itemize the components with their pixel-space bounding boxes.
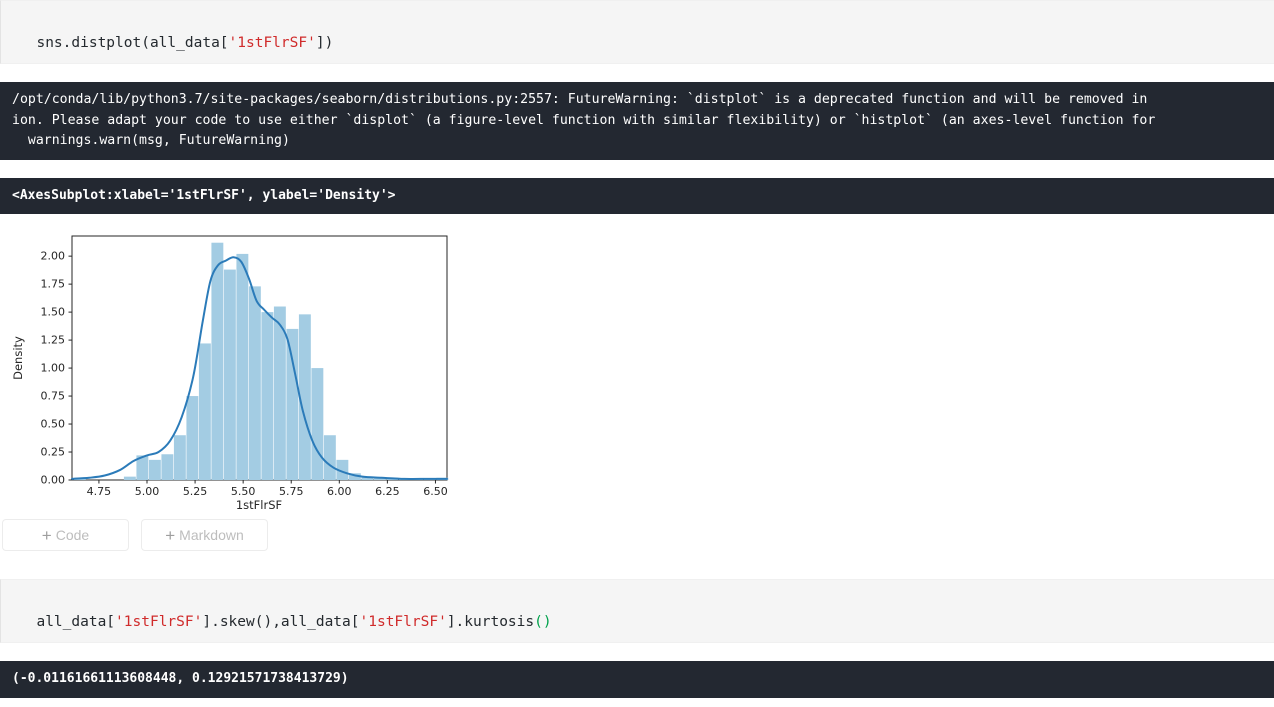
histogram-bar [123,476,136,480]
x-tick-label: 4.75 [87,485,112,498]
histogram-bar [261,312,274,480]
y-tick-label: 0.50 [41,418,66,431]
histogram-bar [148,459,161,480]
skew-kurtosis-result: (-0.01161661113608448, 0.129215717384137… [0,661,1274,698]
plus-icon: + [165,525,176,545]
add-markdown-button[interactable]: + Markdown [141,519,268,551]
y-axis-ticks: 0.00 0.25 0.50 0.75 1.00 1.25 1.50 1.75 2.00 [41,250,72,487]
skew-token-plain-2: ].skew(),all_data[ [202,614,360,630]
y-tick-label: 0.25 [41,446,66,459]
warning-line-3: warnings.warn(msg, FutureWarning) [12,133,290,148]
y-tick-label: 1.75 [41,278,66,291]
code-token-string-1: '1stFlrSF' [228,35,316,51]
code-token-plain-1: sns.distplot(all_data[ [36,35,229,51]
y-tick-label: 0.75 [41,390,66,403]
add-markdown-label: Markdown [179,527,244,543]
repr-text: <AxesSubplot:xlabel='1stFlrSF', ylabel='… [12,187,396,203]
y-tick-label: 1.50 [41,306,66,319]
y-axis-label: Density [11,336,25,380]
skew-token-string-1: '1stFlrSF' [115,614,203,630]
x-axis-label: 1stFlrSF [236,498,282,512]
code-token-plain-2: ]) [315,35,334,51]
add-code-label: Code [55,527,90,543]
x-tick-label: 5.00 [135,485,160,498]
skew-token-string-2: '1stFlrSF' [359,614,447,630]
warning-line-2: ion. Please adapt your code to use eithe… [12,112,1156,128]
histogram-bar [198,343,211,480]
x-tick-label: 5.25 [183,485,208,498]
y-tick-label: 2.00 [41,250,66,263]
histogram-bar [161,454,174,480]
add-code-button[interactable]: + Code [2,519,129,551]
x-tick-label: 5.75 [279,485,304,498]
warning-line-1: /opt/conda/lib/python3.7/site-packages/s… [12,92,1148,107]
histogram-bar [248,286,261,480]
skew-result-text: (-0.01161661113608448, 0.129215717384137… [12,671,349,686]
cell-gap-2 [0,159,1274,178]
y-tick-label: 1.00 [41,362,66,375]
plus-icon: + [41,525,52,545]
histogram-bar [173,435,186,480]
stderr-futurewarning: /opt/conda/lib/python3.7/site-packages/s… [0,82,1274,160]
chart-svg: 0.00 0.25 0.50 0.75 1.00 1.25 1.50 1.75 2.00 4.7… [11,235,449,512]
y-tick-label: 0.00 [41,474,66,487]
histogram-bar [323,435,336,480]
histogram-bar [311,368,324,480]
x-tick-label: 5.50 [231,485,256,498]
skew-token-plain-1: all_data[ [36,614,116,630]
figure-output: 0.00 0.25 0.50 0.75 1.00 1.25 1.50 1.75 2.00 4.7… [0,214,1274,513]
x-tick-label: 6.00 [327,485,352,498]
histogram-bar [211,242,224,480]
x-axis-ticks: 4.75 5.00 5.25 5.50 5.75 6.00 6.25 6.50 [87,480,448,498]
code-cell-skew-kurtosis[interactable]: all_data['1stFlrSF'].skew(),all_data['1s… [0,579,1274,643]
histogram-bar [223,269,236,480]
x-tick-label: 6.25 [375,485,400,498]
cell-gap-3 [0,551,1274,579]
histogram-bar [186,396,199,480]
cell-gap-4 [0,643,1274,661]
distplot-chart: 0.00 0.25 0.50 0.75 1.00 1.25 1.50 1.75 2.00 4.7… [0,228,470,513]
cell-gap-1 [0,64,1274,82]
axessubplot-repr: <AxesSubplot:xlabel='1stFlrSF', ylabel='… [0,177,1274,214]
y-tick-label: 1.25 [41,334,66,347]
histogram-bar [236,253,249,480]
add-cell-toolbar: + Code + Markdown [0,513,1274,551]
skew-token-plain-3: ].kurtosis [446,614,535,630]
histogram-bar [286,328,299,480]
skew-token-green-1: () [534,614,552,630]
code-cell-distplot[interactable]: sns.distplot(all_data['1stFlrSF']) [0,0,1274,64]
x-tick-label: 6.50 [423,485,448,498]
